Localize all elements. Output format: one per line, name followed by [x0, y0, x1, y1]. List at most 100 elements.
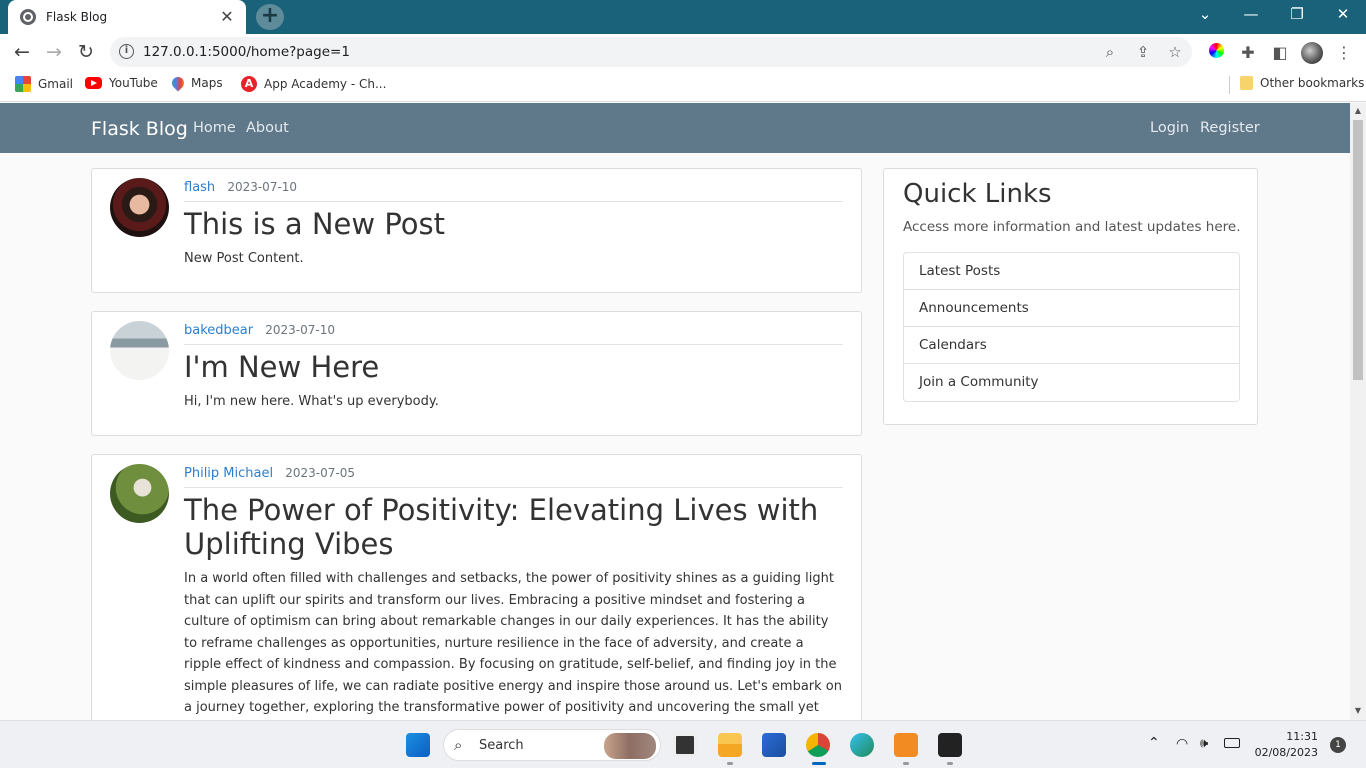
bookmark-youtube[interactable]: YouTube: [85, 76, 158, 90]
search-highlight-image: [604, 733, 656, 759]
post-card: flash 2023-07-10 This is a New Post New …: [91, 168, 862, 293]
tab-search-chevron-icon[interactable]: ⌄: [1182, 0, 1228, 30]
terminal-icon[interactable]: [938, 733, 962, 757]
post-title[interactable]: This is a New Post: [184, 207, 843, 241]
maps-icon: [169, 74, 187, 92]
scroll-up-icon[interactable]: ▲: [1350, 106, 1366, 115]
clock-date[interactable]: 02/08/2023: [1252, 746, 1318, 759]
folder-icon: [1240, 76, 1253, 90]
browser-tab[interactable]: Flask Blog ✕: [8, 0, 246, 34]
gmail-icon: [15, 76, 31, 92]
quick-link-announcements[interactable]: Announcements: [904, 290, 1239, 327]
bookmark-gmail[interactable]: Gmail: [15, 76, 73, 92]
color-extension-icon[interactable]: [1206, 43, 1226, 63]
scroll-down-icon[interactable]: ▼: [1350, 706, 1366, 715]
microsoft-store-icon[interactable]: [762, 733, 786, 757]
battery-icon[interactable]: [1224, 738, 1240, 748]
new-tab-button[interactable]: +: [256, 4, 284, 30]
nav-register[interactable]: Register: [1200, 120, 1260, 136]
address-bar[interactable]: i 127.0.0.1:5000/home?page=1 ⌕ ⇪ ☆: [110, 37, 1192, 67]
search-icon: ⌕: [454, 736, 463, 754]
share-icon[interactable]: ⇪: [1133, 42, 1153, 62]
close-tab-icon[interactable]: ✕: [218, 9, 236, 25]
notification-badge[interactable]: 1: [1330, 737, 1346, 753]
tab-title: Flask Blog: [46, 10, 108, 24]
menu-dots-icon[interactable]: ⋮: [1334, 43, 1354, 63]
profile-avatar[interactable]: [1301, 42, 1323, 64]
site-info-icon[interactable]: i: [119, 44, 134, 59]
bookmark-label: Maps: [191, 76, 223, 90]
post-date: 2023-07-10: [265, 323, 335, 337]
extensions-puzzle-icon[interactable]: ✚: [1238, 43, 1258, 63]
clock-time[interactable]: 11:31: [1256, 730, 1318, 743]
author-avatar: [110, 178, 169, 237]
post-title[interactable]: The Power of Positivity: Elevating Lives…: [184, 493, 843, 561]
quick-links-sidebar: Quick Links Access more information and …: [883, 168, 1258, 425]
running-indicator: [903, 762, 909, 765]
youtube-icon: [85, 77, 102, 89]
nav-about[interactable]: About: [246, 120, 289, 136]
site-brand[interactable]: Flask Blog: [91, 118, 188, 140]
site-navbar: Flask Blog Home About Login Register: [0, 103, 1350, 153]
post-content: New Post Content.: [184, 251, 304, 266]
bookmark-star-icon[interactable]: ☆: [1165, 42, 1185, 62]
post-author-link[interactable]: bakedbear: [184, 323, 253, 338]
url-text[interactable]: 127.0.0.1:5000/home?page=1: [143, 44, 350, 60]
post-content: In a world often filled with challenges …: [184, 571, 842, 715]
quick-link-latest-posts[interactable]: Latest Posts: [904, 253, 1239, 290]
post-card: Philip Michael 2023-07-05 The Power of P…: [91, 454, 862, 720]
bookmark-label: YouTube: [109, 76, 158, 90]
active-indicator: [812, 762, 826, 765]
edge-icon[interactable]: [850, 733, 874, 757]
minimize-button[interactable]: —: [1228, 0, 1274, 30]
quick-link-join-community[interactable]: Join a Community: [904, 364, 1239, 401]
forward-button[interactable]: →: [41, 40, 67, 64]
app-academy-icon: A: [241, 76, 257, 92]
bookmark-app-academy[interactable]: A App Academy - Ch...: [241, 76, 386, 92]
post-card: bakedbear 2023-07-10 I'm New Here Hi, I'…: [91, 311, 862, 436]
running-indicator: [727, 762, 733, 765]
post-date: 2023-07-05: [285, 466, 355, 480]
back-button[interactable]: ←: [9, 40, 35, 64]
reload-button[interactable]: ↻: [73, 40, 99, 64]
browser-toolbar: ← → ↻ i 127.0.0.1:5000/home?page=1 ⌕ ⇪ ☆…: [0, 34, 1366, 70]
sidebar-subtitle: Access more information and latest updat…: [903, 219, 1241, 235]
sublime-text-icon[interactable]: [894, 733, 918, 757]
chrome-icon[interactable]: [806, 733, 830, 757]
post-author-link[interactable]: flash: [184, 180, 215, 195]
close-window-button[interactable]: ✕: [1320, 0, 1366, 30]
author-avatar: [110, 464, 169, 523]
post-meta: Philip Michael 2023-07-05: [184, 466, 843, 488]
windows-start-icon[interactable]: [406, 733, 430, 757]
post-content: Hi, I'm new here. What's up everybody.: [184, 394, 439, 409]
other-bookmarks[interactable]: Other bookmarks: [1240, 76, 1364, 90]
show-hidden-icons-chevron-icon[interactable]: ⌃: [1148, 735, 1160, 751]
bookmark-label: Other bookmarks: [1260, 76, 1365, 90]
bookmark-label: Gmail: [38, 77, 74, 91]
taskbar-search[interactable]: ⌕ Search: [443, 729, 661, 761]
post-title[interactable]: I'm New Here: [184, 350, 843, 384]
nav-home[interactable]: Home: [193, 120, 236, 136]
page-scrollbar[interactable]: ▲ ▼: [1350, 103, 1366, 720]
file-explorer-icon[interactable]: [718, 733, 742, 757]
post-author-link[interactable]: Philip Michael: [184, 466, 273, 481]
restore-button[interactable]: ❐: [1274, 0, 1320, 30]
search-label: Search: [479, 738, 524, 753]
zoom-icon[interactable]: ⌕: [1100, 42, 1120, 62]
scrollbar-thumb[interactable]: [1353, 120, 1363, 380]
page-viewport: Flask Blog Home About Login Register fla…: [0, 103, 1350, 720]
running-indicator: [947, 762, 953, 765]
post-meta: bakedbear 2023-07-10: [184, 323, 843, 345]
sidebar-title: Quick Links: [903, 179, 1052, 209]
task-view-icon[interactable]: [673, 733, 697, 757]
bookmarks-divider: [1229, 76, 1230, 94]
quick-links-list: Latest Posts Announcements Calendars Joi…: [903, 252, 1240, 402]
side-panel-icon[interactable]: ◧: [1270, 43, 1290, 63]
bookmark-maps[interactable]: Maps: [169, 74, 223, 92]
bookmarks-bar: Gmail YouTube Maps A App Academy - Ch...…: [0, 70, 1366, 102]
globe-icon: [20, 9, 36, 25]
nav-login[interactable]: Login: [1150, 120, 1189, 136]
wifi-icon[interactable]: ◠: [1176, 736, 1188, 752]
volume-icon[interactable]: 🕪: [1200, 736, 1208, 751]
quick-link-calendars[interactable]: Calendars: [904, 327, 1239, 364]
